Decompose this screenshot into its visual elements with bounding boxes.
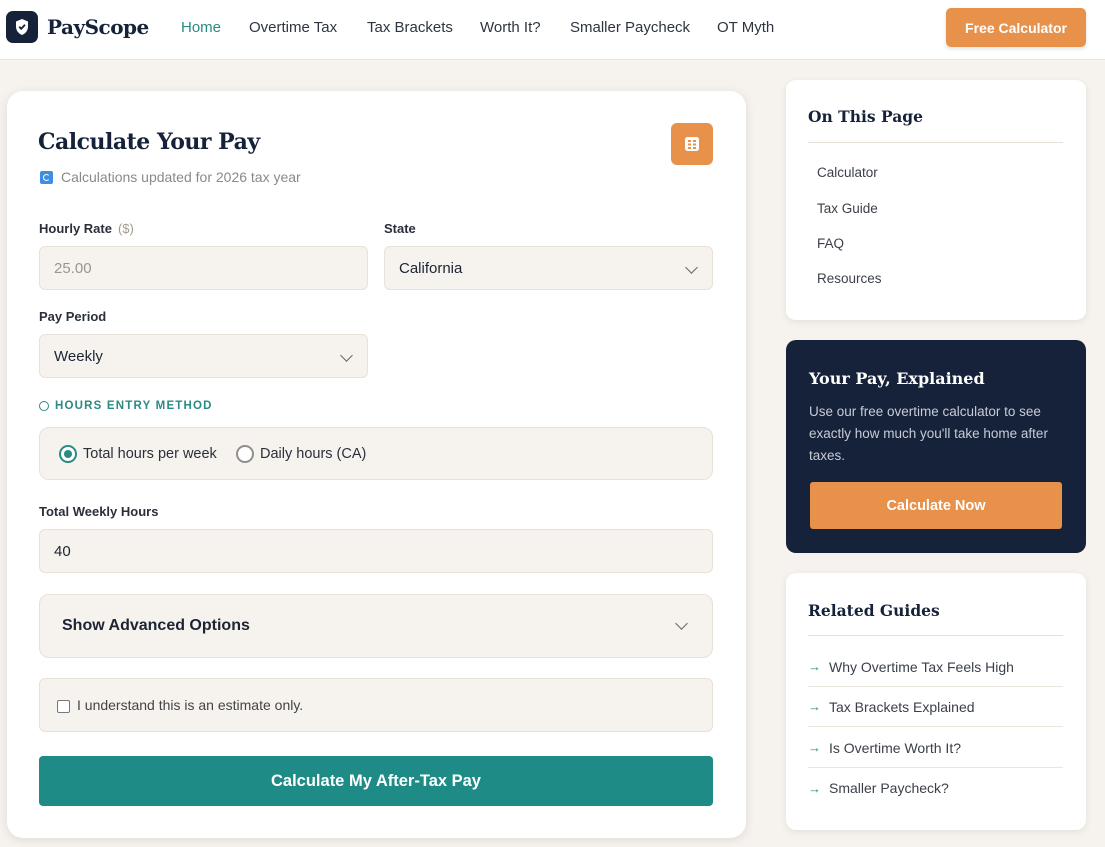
hours-method-title-text: HOURS ENTRY METHOD [55,400,213,412]
guide-link-label: Is Overtime Worth It? [829,739,961,756]
toc-item-calculator[interactable]: Calculator [817,165,878,180]
state-value: California [399,259,463,277]
top-navigation-bar: PayScope Home Overtime Tax Tax Brackets … [0,0,1105,60]
arrow-right-icon: → [808,659,821,674]
brand-name: PayScope [47,15,149,39]
nav-ot-myth[interactable]: OT Myth [717,19,774,36]
arrow-right-icon: → [808,780,821,796]
pay-period-label: Pay Period [39,309,107,324]
radio-unselected-icon [236,445,254,463]
calculator-icon-button[interactable] [671,123,713,165]
hourly-rate-unit: ($) [117,221,134,236]
guide-link-overtime-worth[interactable]: → Is Overtime Worth It? [808,728,1063,768]
on-this-page-card: On This Page Calculator Tax Guide FAQ Re… [786,80,1086,320]
brand[interactable]: PayScope [6,11,149,43]
subtitle-text: Calculations updated for 2026 tax year [61,169,301,185]
explain-title: Your Pay, Explained [809,369,985,388]
hours-method-group: Total hours per week Daily hours (CA) [39,427,713,480]
free-calculator-button[interactable]: Free Calculator [946,8,1086,47]
pay-explained-card: Your Pay, Explained Use our free overtim… [786,340,1086,553]
calculator-card: Calculate Your Pay Calculations updated … [7,91,746,838]
radio-selected-icon [59,445,77,463]
toc-item-tax-guide[interactable]: Tax Guide [817,201,878,216]
radio-total-hours[interactable]: Total hours per week [59,445,217,463]
explain-text: Use our free overtime calculator to see … [809,404,1048,463]
guide-link-smaller-paycheck[interactable]: → Smaller Paycheck? [808,768,1063,808]
nav-overtime-tax[interactable]: Overtime Tax [249,19,337,36]
advanced-options-toggle[interactable]: Show Advanced Options [39,594,713,658]
nav-tax-brackets[interactable]: Tax Brackets [367,19,453,36]
toc-item-faq[interactable]: FAQ [817,236,844,251]
weekly-hours-label: Total Weekly Hours [39,504,159,519]
estimate-checkbox[interactable] [57,700,70,713]
weekly-hours-input[interactable]: 40 [39,529,713,573]
related-guides-card: Related Guides → Why Overtime Tax Feels … [786,573,1086,830]
pay-period-select[interactable]: Weekly [39,334,368,378]
state-select[interactable]: California [384,246,713,290]
nav-home[interactable]: Home [181,19,221,36]
refresh-icon [40,170,53,184]
guide-link-tax-brackets[interactable]: → Tax Brackets Explained [808,687,1063,727]
hourly-rate-input[interactable]: 25.00 [39,246,368,290]
guide-link-label: Tax Brackets Explained [829,698,975,715]
state-label: State [384,221,416,236]
hourly-rate-label: Hourly Rate ($) [39,221,134,236]
arrow-right-icon: → [808,740,821,755]
guide-link-label: Why Overtime Tax Feels High [829,658,1014,675]
guides-title: Related Guides [808,601,940,620]
calculator-subtitle: Calculations updated for 2026 tax year [40,169,301,185]
guides-divider [808,635,1063,636]
pay-period-value: Weekly [54,347,103,365]
estimate-checkbox-label[interactable]: I understand this is an estimate only. [77,697,303,713]
nav-smaller-paycheck[interactable]: Smaller Paycheck [570,19,690,36]
chevron-down-icon [685,261,698,274]
timer-icon [39,401,49,411]
toc-item-resources[interactable]: Resources [817,271,882,286]
radio-total-hours-label: Total hours per week [83,446,217,462]
hours-method-title: HOURS ENTRY METHOD [39,400,213,412]
chevron-down-icon [675,617,688,630]
guide-link-overtime-tax[interactable]: → Why Overtime Tax Feels High [808,647,1063,687]
estimate-acknowledgement: I understand this is an estimate only. [39,678,713,732]
radio-daily-hours[interactable]: Daily hours (CA) [236,445,366,463]
arrow-right-icon: → [808,699,821,714]
hourly-rate-label-text: Hourly Rate [39,221,112,236]
toc-title: On This Page [808,107,923,126]
calculator-title: Calculate Your Pay [38,129,260,155]
radio-daily-hours-label: Daily hours (CA) [260,446,367,462]
shield-logo-icon [6,11,38,43]
guide-link-label: Smaller Paycheck? [829,780,949,796]
calculate-now-button[interactable]: Calculate Now [810,482,1062,529]
chevron-down-icon [340,349,353,362]
toc-divider [808,142,1063,143]
nav-worth-it[interactable]: Worth It? [480,19,541,36]
calculator-icon [685,137,699,151]
advanced-options-label: Show Advanced Options [62,617,250,634]
calculate-submit-button[interactable]: Calculate My After-Tax Pay [39,756,713,806]
